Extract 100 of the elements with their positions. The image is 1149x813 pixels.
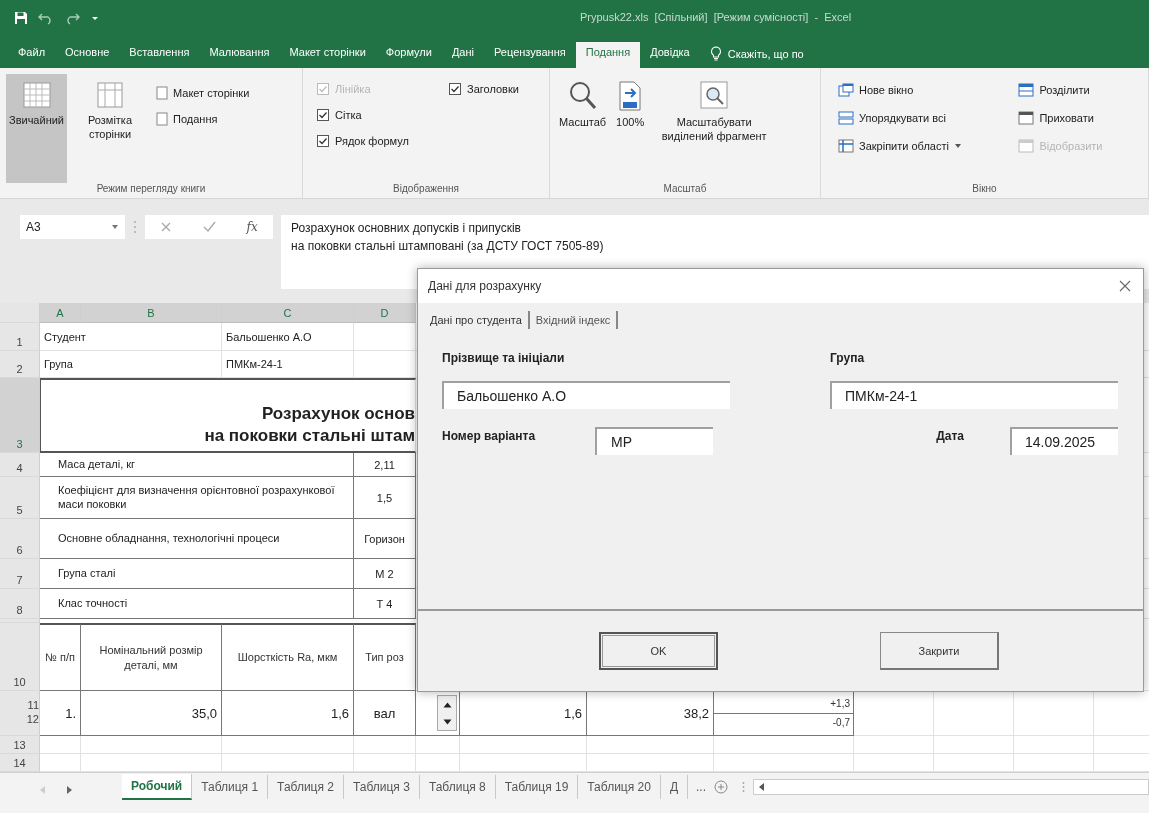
page-icon	[156, 112, 168, 126]
caret-icon	[953, 143, 962, 149]
table-cell: ПМКм-24-1	[222, 351, 354, 378]
column-heading: № п/п	[40, 623, 81, 691]
table-cell: М 2	[354, 559, 416, 589]
view-mode-button[interactable]: Звичайний	[6, 74, 67, 183]
close-icon[interactable]	[1119, 280, 1131, 292]
down-arrow-icon	[442, 718, 452, 725]
column-header[interactable]: A	[40, 303, 81, 323]
input-field[interactable]: Бальошенко А.О	[442, 381, 730, 409]
horizontal-scrollbar[interactable]	[753, 779, 1149, 795]
tell-me-search[interactable]: Скажіть, що по	[727, 47, 804, 60]
row-header[interactable]: 12	[26, 713, 39, 725]
group-label: Відображення	[392, 183, 460, 194]
column-header[interactable]: C	[222, 303, 354, 323]
dialog-button[interactable]: Закрити	[880, 632, 999, 670]
ribbon-tab[interactable]: Основне	[55, 42, 120, 68]
window-command-button[interactable]: Розділити	[1015, 78, 1134, 102]
table-cell: 1,5	[354, 477, 416, 519]
row-header[interactable]: 10	[0, 623, 40, 691]
page-layout-icon	[95, 80, 125, 110]
checkbox[interactable]	[317, 109, 329, 121]
insert-function-button[interactable]: fx	[246, 220, 258, 234]
dialog-tab[interactable]: Вхідний індекс	[529, 311, 619, 329]
more-tabs-button[interactable]: ...	[688, 780, 715, 794]
ribbon-tab[interactable]: Подання	[575, 42, 641, 68]
row-header[interactable]: 3	[0, 378, 40, 453]
ribbon-tab[interactable]: Дані	[441, 42, 484, 68]
field-label: Дата	[936, 428, 964, 443]
row-header[interactable]: 7	[0, 559, 40, 589]
ribbon-tab[interactable]: Вставлення	[119, 42, 200, 68]
table-cell: Коефіцієнт для визначення орієнтовної розрахункової маси поковки	[40, 477, 354, 519]
window-command-button[interactable]: Нове вікно	[835, 78, 994, 102]
grip-icon[interactable]	[742, 781, 746, 793]
empty-cell	[354, 351, 416, 378]
window-command-button[interactable]: Приховати	[1015, 106, 1134, 130]
input-field[interactable]: МР	[595, 427, 714, 455]
save-icon[interactable]	[14, 11, 28, 25]
name-box[interactable]: A3	[20, 215, 125, 239]
group-label: Вікно	[971, 183, 998, 194]
empty-cell	[354, 736, 416, 754]
dialog-button[interactable]: OK	[599, 632, 718, 670]
ribbon-tab[interactable]: Макет сторінки	[279, 42, 376, 68]
checkbox-option[interactable]: Сітка	[317, 104, 426, 126]
row-header[interactable]: 14	[0, 754, 40, 772]
row-header[interactable]: 2	[0, 351, 40, 378]
checkbox[interactable]	[317, 135, 329, 147]
input-field[interactable]: 14.09.2025	[1010, 427, 1118, 455]
undo-icon[interactable]	[38, 11, 54, 25]
row-header[interactable]: 13	[0, 736, 40, 754]
row-header[interactable]: 11	[27, 699, 39, 711]
row-header[interactable]: 6	[0, 519, 40, 559]
right-arrow-icon[interactable]	[66, 786, 72, 794]
row-header[interactable]: 4	[0, 453, 40, 477]
table-cell: Клас точності	[40, 589, 354, 619]
zoom-button[interactable]: Масштаб	[556, 74, 610, 183]
window-command-button[interactable]: Упорядкувати всі	[835, 106, 994, 130]
new-window-icon	[838, 83, 854, 97]
table-cell: 1.	[40, 691, 81, 736]
sheet-tab[interactable]: Робочий	[122, 774, 193, 800]
column-header[interactable]: D	[354, 303, 416, 323]
dialog-tab[interactable]: Дані про студента	[424, 311, 530, 329]
field-label: Група	[830, 350, 866, 365]
checkbox-option[interactable]: Заголовки	[449, 78, 535, 100]
grip-icon	[133, 220, 137, 234]
view-mode-button[interactable]: Макет сторінки	[153, 84, 253, 102]
table-cell: 35,0	[81, 691, 222, 736]
left-arrow-icon[interactable]	[759, 783, 765, 791]
zoom-button[interactable]: Масштабувати виділений фрагмент	[651, 74, 778, 183]
table-cell: Група	[40, 351, 222, 378]
view-mode-button[interactable]: Подання	[153, 110, 253, 128]
lightbulb-icon[interactable]	[709, 46, 722, 61]
ribbon-tab[interactable]: Рецензування	[484, 42, 576, 68]
redo-icon[interactable]	[64, 11, 80, 25]
grid-icon	[21, 80, 52, 110]
window-command-button[interactable]: Закріпити області	[835, 134, 994, 158]
input-field[interactable]: ПМКм-24-1	[830, 381, 1118, 409]
checkbox[interactable]	[449, 83, 462, 95]
spin-button[interactable]	[437, 695, 457, 731]
column-heading: Шорсткість Ra, мкм	[222, 623, 354, 691]
column-header[interactable]: B	[81, 303, 222, 323]
ribbon-tab[interactable]: Малювання	[199, 42, 280, 68]
check-icon[interactable]	[202, 221, 216, 233]
table-cell: 38,2	[683, 705, 709, 721]
ribbon-tab[interactable]: Формули	[375, 42, 442, 68]
row-header[interactable]: 8	[0, 589, 40, 619]
page-icon	[156, 86, 168, 100]
window-icon	[1018, 111, 1035, 125]
table-cell: Горизон	[354, 519, 416, 559]
ribbon-tab[interactable]: Файл	[8, 42, 56, 68]
view-mode-button[interactable]: Розмітка сторінки	[71, 74, 149, 183]
row-header[interactable]: 5	[0, 477, 40, 519]
upper-deviation: +1,3	[830, 698, 850, 711]
empty-cell	[354, 323, 416, 351]
row-header[interactable]: 1	[0, 323, 40, 351]
table-cell: 1,6	[222, 691, 354, 736]
group-label: Режим перегляду книги	[95, 183, 207, 194]
checkbox-option[interactable]: Рядок формул	[317, 130, 426, 152]
zoom-button[interactable]: 100%	[613, 74, 648, 183]
ribbon-tab[interactable]: Довідка	[640, 42, 700, 68]
